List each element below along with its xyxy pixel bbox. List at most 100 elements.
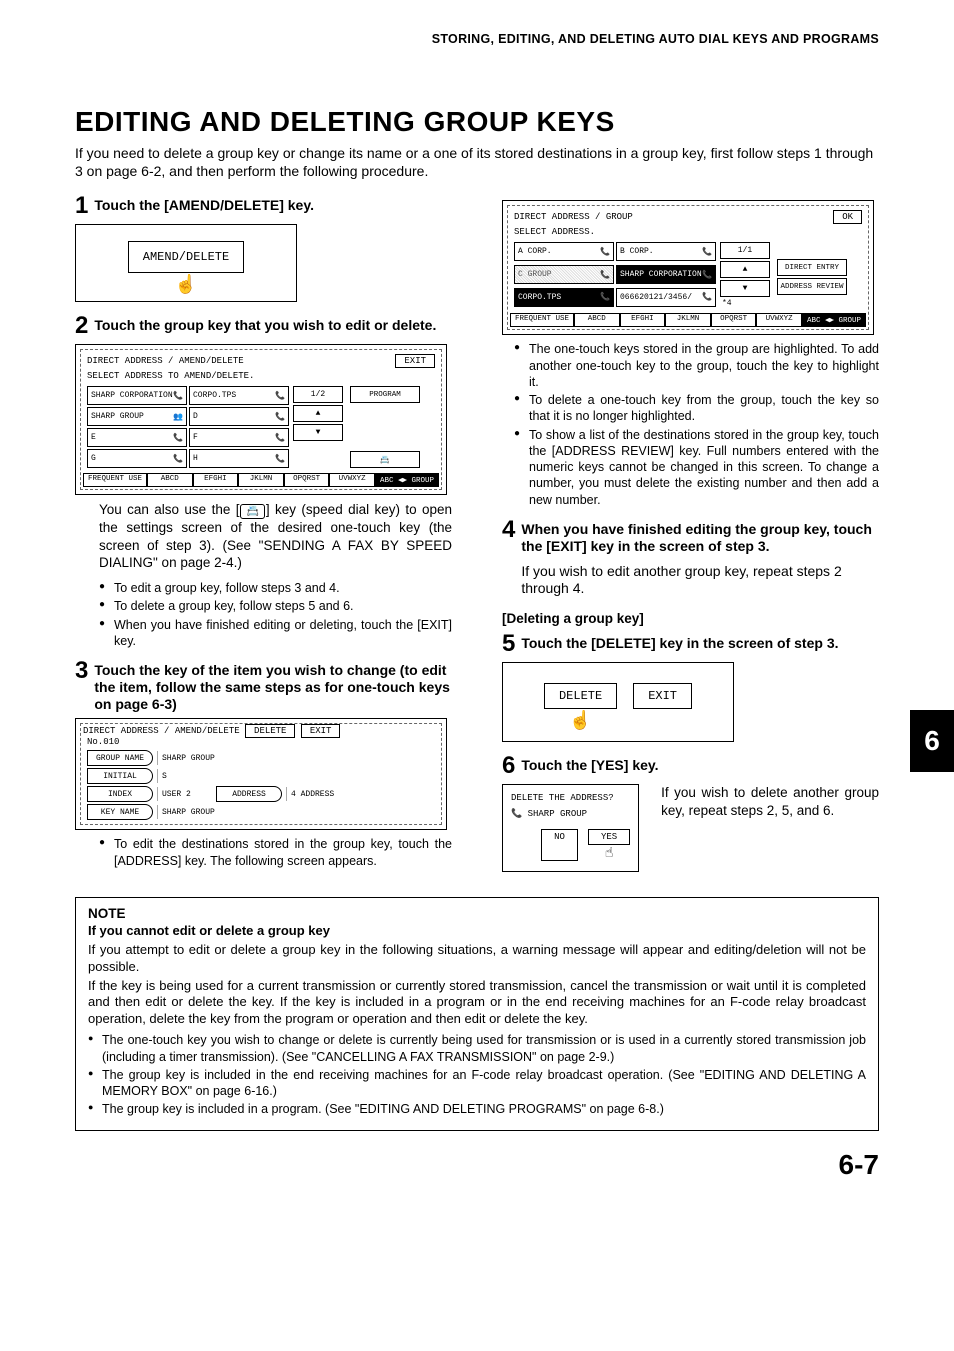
- phone-icon: 📞: [275, 433, 285, 443]
- index-tabs: FREQUENT USE ABCD EFGHI JKLMN OPQRST UVW…: [510, 313, 866, 327]
- panel-subtitle: SELECT ADDRESS TO AMEND/DELETE.: [83, 370, 439, 384]
- panel-subtitle: SELECT ADDRESS.: [510, 226, 866, 240]
- tab[interactable]: ABCD: [574, 314, 620, 327]
- field-value: S: [157, 769, 252, 783]
- step2-bullets: To edit a group key, follow steps 3 and …: [99, 580, 452, 649]
- hand-icon: ☝: [588, 847, 630, 861]
- tab-group-toggle[interactable]: ABC ◀▶ GROUP: [375, 474, 439, 487]
- panel-select-address: DIRECT ADDRESS / AMEND/DELETE EXIT SELEC…: [75, 344, 447, 495]
- note-bullets: The one-touch key you wish to change or …: [88, 1032, 866, 1117]
- phone-icon: 📞: [173, 391, 183, 401]
- address-cell-disabled: C GROUP📞: [514, 265, 614, 284]
- phone-icon: 📞: [600, 270, 610, 280]
- no-button[interactable]: NO: [541, 829, 578, 861]
- page-indicator: 1/2: [293, 386, 343, 403]
- amend-delete-button[interactable]: AMEND/DELETE: [128, 241, 244, 273]
- field-value: SHARP GROUP: [157, 805, 252, 819]
- address-review-button[interactable]: ADDRESS REVIEW: [777, 278, 847, 295]
- phone-icon: 📞: [275, 454, 285, 464]
- note-box: NOTE If you cannot edit or delete a grou…: [75, 897, 879, 1131]
- phone-icon: 📞: [173, 454, 183, 464]
- address-cell[interactable]: D📞: [189, 407, 289, 426]
- step6-body: If you wish to delete another group key,…: [661, 784, 879, 872]
- address-cell[interactable]: G📞: [87, 449, 187, 468]
- page-number: 6-7: [75, 1149, 879, 1181]
- field-label[interactable]: KEY NAME: [87, 804, 153, 820]
- phone-icon: 📞: [173, 433, 183, 443]
- intro-text: If you need to delete a group key or cha…: [75, 144, 879, 180]
- tab[interactable]: JKLMN: [238, 474, 284, 487]
- tab[interactable]: OPQRST: [284, 474, 330, 487]
- phone-icon: 📞: [702, 270, 712, 280]
- address-cell[interactable]: H📞: [189, 449, 289, 468]
- field-value: USER 2: [157, 787, 212, 801]
- scroll-up-button[interactable]: ▲: [720, 261, 770, 278]
- address-cell[interactable]: E📞: [87, 428, 187, 447]
- field-value: SHARP GROUP: [157, 751, 252, 765]
- exit-button[interactable]: EXIT: [395, 354, 435, 368]
- address-cell[interactable]: A CORP.📞: [514, 242, 614, 261]
- address-cell[interactable]: 066620121/3456/📞: [616, 288, 716, 307]
- phone-icon: 📞: [600, 292, 610, 302]
- delete-button[interactable]: DELETE: [245, 724, 295, 738]
- right-top-bullets: The one-touch keys stored in the group a…: [514, 341, 879, 508]
- confirm-target: 📞 SHARP GROUP: [511, 809, 630, 819]
- scroll-down-button[interactable]: ▼: [293, 424, 343, 441]
- phone-icon: 📞: [275, 412, 285, 422]
- exit-button[interactable]: EXIT: [301, 724, 341, 738]
- subsection-heading: [Deleting a group key]: [502, 611, 879, 626]
- field-label[interactable]: ADDRESS: [216, 786, 282, 802]
- note-heading: NOTE: [88, 906, 866, 921]
- panel-edit-item: DIRECT ADDRESS / AMEND/DELETE DELETE EXI…: [75, 718, 447, 830]
- tab[interactable]: UVWXYZ: [329, 474, 375, 487]
- speed-dial-button[interactable]: 📇: [350, 451, 420, 468]
- page-indicator: 1/1: [720, 242, 770, 259]
- address-cell-selected[interactable]: CORPO.TPS📞: [514, 288, 614, 307]
- tab[interactable]: FREQUENT USE: [510, 314, 574, 327]
- address-cell[interactable]: SHARP GROUP👥: [87, 407, 187, 426]
- step-6: 6 Touch the [YES] key.: [502, 754, 879, 778]
- phone-icon: 📞: [600, 247, 610, 257]
- ok-button[interactable]: OK: [833, 210, 862, 224]
- tab-group-toggle[interactable]: ABC ◀▶ GROUP: [802, 314, 866, 327]
- address-cell[interactable]: F📞: [189, 428, 289, 447]
- delete-button[interactable]: DELETE: [544, 683, 617, 709]
- running-header: STORING, EDITING, AND DELETING AUTO DIAL…: [75, 30, 879, 46]
- field-label[interactable]: GROUP NAME: [87, 750, 153, 766]
- program-button[interactable]: PROGRAM: [350, 386, 420, 403]
- note-subheading: If you cannot edit or delete a group key: [88, 923, 866, 940]
- tab[interactable]: OPQRST: [711, 314, 757, 327]
- address-cell[interactable]: SHARP CORPORATION📞: [87, 386, 187, 405]
- step-1: 1 Touch the [AMEND/DELETE] key.: [75, 194, 452, 218]
- yes-button[interactable]: YES: [588, 829, 630, 845]
- step3-bullets: To edit the destinations stored in the g…: [99, 836, 452, 869]
- hand-icon: ☝: [544, 711, 617, 729]
- index-tabs: FREQUENT USE ABCD EFGHI JKLMN OPQRST UVW…: [83, 473, 439, 487]
- step2-para: You can also use the [📇] key (speed dial…: [99, 501, 452, 572]
- panel-delete-exit: DELETE ☝ EXIT: [502, 662, 734, 742]
- tab[interactable]: ABCD: [147, 474, 193, 487]
- tab[interactable]: JKLMN: [665, 314, 711, 327]
- step-5: 5 Touch the [DELETE] key in the screen o…: [502, 632, 879, 656]
- tab[interactable]: EFGHI: [620, 314, 666, 327]
- tab[interactable]: UVWXYZ: [756, 314, 802, 327]
- address-cell[interactable]: B CORP.📞: [616, 242, 716, 261]
- tab[interactable]: EFGHI: [193, 474, 239, 487]
- panel-path: DIRECT ADDRESS / AMEND/DELETE: [87, 356, 244, 366]
- address-cell-selected[interactable]: SHARP CORPORATION📞: [616, 265, 716, 284]
- tab[interactable]: FREQUENT USE: [83, 474, 147, 487]
- panel-path: DIRECT ADDRESS / GROUP: [514, 212, 633, 222]
- address-cell[interactable]: CORPO.TPS📞: [189, 386, 289, 405]
- exit-button[interactable]: EXIT: [633, 683, 692, 709]
- field-label[interactable]: INDEX: [87, 786, 153, 802]
- speed-dial-icon: 📇: [240, 504, 264, 519]
- step-2: 2 Touch the group key that you wish to e…: [75, 314, 452, 338]
- scroll-up-button[interactable]: ▲: [293, 405, 343, 422]
- note-p2: If the key is being used for a current t…: [88, 978, 866, 1029]
- direct-entry-button[interactable]: DIRECT ENTRY: [777, 259, 847, 276]
- field-label[interactable]: INITIAL: [87, 768, 153, 784]
- field-value: 4 ADDRESS: [286, 787, 381, 801]
- panel-path: DIRECT ADDRESS / AMEND/DELETE: [83, 726, 240, 736]
- phone-icon: 📞: [275, 391, 285, 401]
- scroll-down-button[interactable]: ▼: [720, 280, 770, 297]
